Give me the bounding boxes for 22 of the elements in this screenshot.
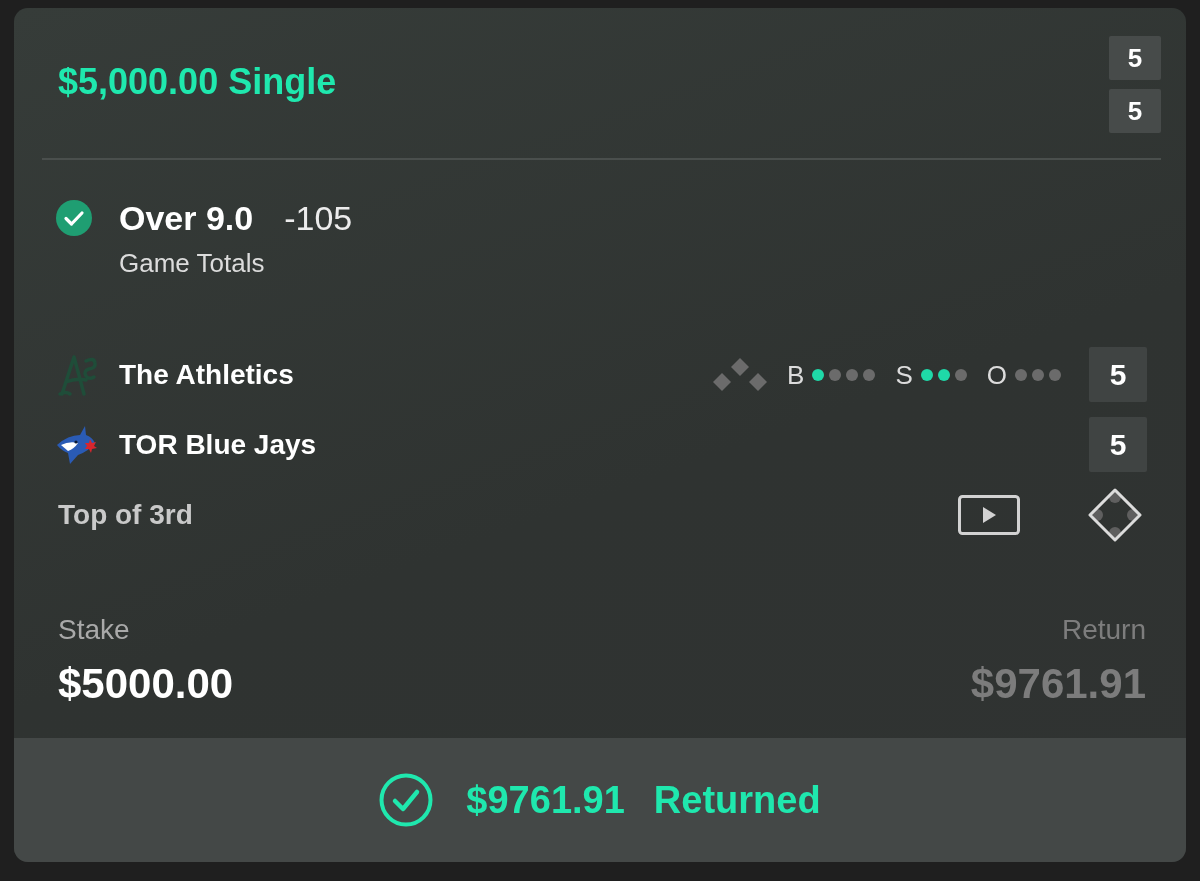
inning-status: Top of 3rd — [58, 499, 193, 531]
return-amount: $9761.91 — [970, 659, 1146, 709]
result-status: Returned — [653, 778, 821, 822]
selection-pick: Over 9.0 — [119, 198, 254, 238]
stake-amount: $5000.00 — [58, 659, 234, 709]
stake-label: Stake — [58, 613, 130, 647]
count-label: B — [787, 359, 805, 390]
count-label: O — [986, 359, 1007, 390]
selection-odds: -105 — [284, 198, 353, 238]
returned-amount: $9761.91 — [466, 778, 625, 822]
return-label: Return — [1061, 613, 1146, 647]
team-name: The Athletics — [119, 358, 294, 391]
score-tile: 5 — [1109, 36, 1161, 80]
bet-title: $5,000.00 Single — [58, 60, 337, 104]
video-play-icon[interactable] — [958, 495, 1020, 535]
team-score: 5 — [1089, 347, 1147, 402]
field-diamond-icon[interactable] — [1088, 488, 1142, 542]
score-tile: 5 — [1109, 89, 1161, 133]
team-name: TOR Blue Jays — [119, 428, 317, 461]
market-name: Game Totals — [119, 247, 265, 279]
team-score: 5 — [1089, 417, 1147, 472]
count-label: S — [895, 359, 913, 390]
